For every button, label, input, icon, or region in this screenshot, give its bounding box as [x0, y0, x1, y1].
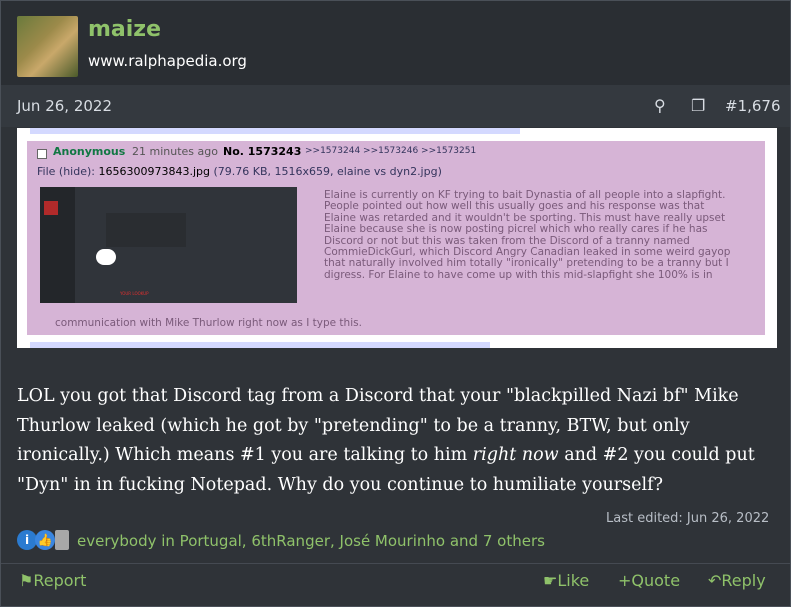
post-number[interactable]: #1,676 — [725, 97, 781, 115]
bookmark-icon[interactable]: ❐ — [691, 96, 705, 115]
chan-reply-links: >>1573244 >>1573246 >>1573251 — [305, 146, 477, 156]
bell-icon: ⚑ — [19, 571, 34, 590]
chan-file-info: (79.76 KB, 1516x659, elaine vs dyn2.jpg) — [213, 165, 442, 178]
chan-file-line: File (hide): 1656300973843.jpg (79.76 KB… — [37, 165, 442, 178]
thumb-lookup-text: YOUR LOOKUP — [120, 291, 149, 296]
like-reaction-icon: 👍 — [35, 530, 55, 550]
reply-button[interactable]: ↶Reply — [708, 571, 766, 590]
discord-logo-icon — [96, 249, 116, 265]
like-button[interactable]: ☛Like — [543, 571, 589, 590]
chan-post-text: Elaine is currently on KF trying to bait… — [324, 189, 731, 281]
checkbox-icon — [37, 149, 47, 159]
avatar[interactable] — [17, 16, 78, 77]
chan-post-number: No. 1573243 — [223, 145, 302, 158]
reply-icon: ↶ — [708, 571, 722, 590]
chan-post-time: 21 minutes ago — [132, 145, 218, 158]
image-bottom-bar — [30, 342, 490, 348]
post-header: maize www.ralphapedia.org — [1, 1, 790, 85]
chan-post-text-last: communication with Mike Thurlow right no… — [55, 317, 362, 329]
report-button[interactable]: ⚑Report — [19, 571, 86, 590]
chan-poster-name: Anonymous — [53, 145, 126, 158]
reply-label: Reply — [721, 571, 766, 590]
post-footer: ⚑Report ☛Like +Quote ↶Reply — [1, 563, 790, 607]
share-icon[interactable]: ⚲ — [654, 96, 666, 115]
like-label: Like — [557, 571, 590, 590]
info-reaction-icon: i — [17, 530, 37, 550]
post-body: LOL you got that Discord tag from a Disc… — [17, 382, 781, 500]
chan-file-label: File (hide): — [37, 165, 95, 178]
chan-thumbnail: YOUR LOOKUP — [40, 187, 297, 303]
post: maize www.ralphapedia.org Jun 26, 2022 ⚲… — [0, 0, 791, 607]
thumb-avatar — [44, 201, 58, 215]
other-reaction-icon — [55, 530, 69, 550]
thumb-modal — [106, 213, 186, 247]
attached-screenshot[interactable]: Anonymous 21 minutes ago No. 1573243 >>1… — [17, 128, 777, 348]
user-title: www.ralphapedia.org — [88, 52, 247, 70]
plus-icon: + — [618, 571, 632, 590]
image-top-bar — [30, 128, 520, 134]
quote-label: Quote — [631, 571, 681, 590]
thumbs-up-icon: ☛ — [543, 571, 558, 590]
username[interactable]: maize — [88, 17, 161, 42]
quoted-chan-post: Anonymous 21 minutes ago No. 1573243 >>1… — [27, 141, 765, 335]
quote-button[interactable]: +Quote — [618, 571, 680, 590]
post-body-italic: right now — [472, 445, 559, 465]
report-label: Report — [33, 571, 87, 590]
post-date[interactable]: Jun 26, 2022 — [17, 97, 112, 115]
post-meta: Jun 26, 2022 ⚲ ❐ #1,676 — [1, 85, 790, 127]
last-edited[interactable]: Last edited: Jun 26, 2022 — [606, 511, 769, 526]
reaction-users[interactable]: everybody in Portugal, 6thRanger, José M… — [77, 532, 545, 550]
chan-file-name: 1656300973843.jpg — [98, 165, 210, 178]
